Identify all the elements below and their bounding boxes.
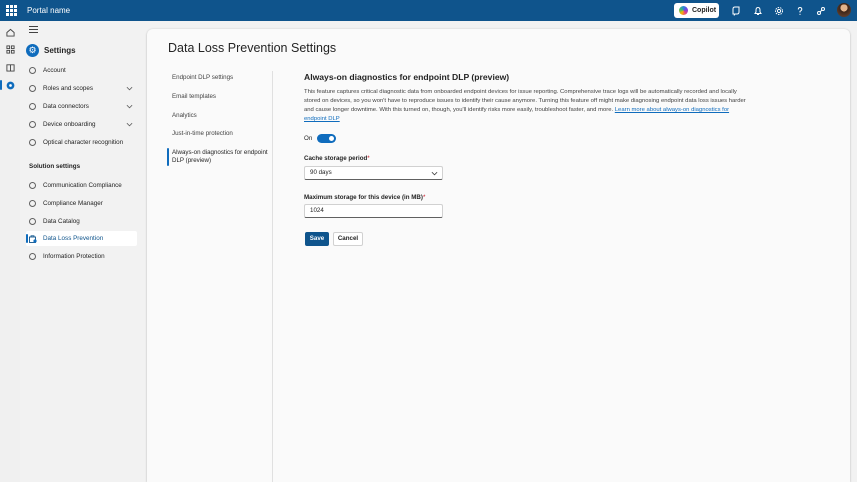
cache-storage-dropdown[interactable]: 90 days [304, 166, 443, 180]
circle-icon [29, 85, 36, 92]
content-panel: Always-on diagnostics for endpoint DLP (… [304, 72, 750, 246]
circle-icon [29, 139, 36, 146]
portal-name[interactable]: Portal name [27, 5, 70, 16]
app-rail [0, 21, 20, 482]
book-icon[interactable] [3, 60, 17, 74]
nav-item-data-loss-prevention[interactable]: Data Loss Prevention [26, 231, 137, 246]
settings-title: Settings [44, 45, 76, 55]
cache-storage-value: 90 days [310, 169, 332, 176]
nav-item-communication-compliance[interactable]: Communication Compliance [26, 178, 137, 193]
copilot-icon [679, 6, 688, 15]
nav-item-account[interactable]: Account [26, 63, 137, 78]
required-mark: * [422, 194, 426, 201]
diagnostics-toggle[interactable] [317, 134, 337, 143]
nav-item-label: Communication Compliance [43, 182, 122, 189]
chevron-down-icon [431, 171, 438, 176]
vertical-divider [272, 71, 273, 482]
nav-item-label: Compliance Manager [43, 200, 103, 207]
save-button[interactable]: Save [305, 232, 329, 246]
nav-item-label: Data Catalog [43, 218, 80, 225]
nav-item-label: Data Loss Prevention [43, 235, 104, 242]
circle-icon [29, 182, 36, 189]
nav-item-label: Device onboarding [43, 121, 96, 128]
avatar[interactable] [837, 3, 851, 17]
settings-gear-icon: ⚙ [26, 43, 39, 57]
subnav-always-on-diagnostics[interactable]: Always-on diagnostics for endpoint DLP (… [167, 148, 271, 166]
circle-icon [29, 121, 36, 128]
nav-item-label: Data connectors [43, 103, 89, 110]
max-storage-label: Maximum storage for this device (in MB)* [304, 194, 425, 201]
dlp-icon [29, 234, 37, 243]
required-mark: * [367, 155, 370, 162]
feedback-icon[interactable] [730, 5, 741, 16]
nav-item-information-protection[interactable]: Information Protection [26, 249, 137, 264]
nav-item-ocr[interactable]: Optical character recognition [26, 135, 137, 150]
nav-item-label: Roles and scopes [43, 85, 94, 92]
circle-icon [29, 200, 36, 207]
nav-item-label: Information Protection [43, 253, 105, 260]
nav-item-compliance-manager[interactable]: Compliance Manager [26, 196, 137, 211]
section-title: Always-on diagnostics for endpoint DLP (… [304, 72, 510, 82]
settings-nav: ⚙ Settings Account Roles and scopes Data… [20, 21, 142, 482]
solution-settings-heading: Solution settings [29, 163, 81, 170]
gear-icon[interactable] [773, 5, 784, 16]
subnav-analytics[interactable]: Analytics [167, 112, 271, 120]
copilot-button[interactable]: Copilot [674, 3, 719, 18]
subnav-endpoint-dlp-settings[interactable]: Endpoint DLP settings [167, 74, 271, 82]
apps-icon[interactable] [3, 42, 17, 56]
share-icon[interactable] [815, 5, 826, 16]
circle-icon [29, 253, 36, 260]
nav-item-device-onboarding[interactable]: Device onboarding [26, 117, 137, 132]
chevron-down-icon [126, 104, 133, 109]
home-icon[interactable] [3, 25, 17, 39]
nav-item-label: Optical character recognition [43, 139, 124, 146]
circle-icon [29, 218, 36, 225]
top-bar: Portal name Copilot [0, 0, 857, 21]
main-card: Data Loss Prevention Settings Endpoint D… [147, 29, 850, 482]
subnav-just-in-time-protection[interactable]: Just-in-time protection [167, 130, 271, 138]
section-description: This feature captures critical diagnosti… [304, 88, 750, 124]
copilot-label: Copilot [692, 7, 717, 14]
max-storage-input[interactable]: 1024 [304, 204, 443, 218]
nav-item-roles-and-scopes[interactable]: Roles and scopes [26, 81, 137, 96]
help-icon[interactable] [794, 5, 805, 16]
cancel-button[interactable]: Cancel [333, 232, 363, 246]
nav-item-label: Account [43, 67, 66, 74]
nav-item-data-connectors[interactable]: Data connectors [26, 99, 137, 114]
subnav-email-templates[interactable]: Email templates [167, 93, 271, 101]
diagnostics-toggle-row: On [304, 134, 337, 143]
circle-icon [29, 103, 36, 110]
max-storage-label-text: Maximum storage for this device (in MB) [304, 194, 423, 201]
page-title: Data Loss Prevention Settings [168, 41, 337, 55]
bell-icon[interactable] [752, 5, 763, 16]
settings-header: ⚙ Settings [26, 43, 76, 57]
app-launcher-icon[interactable] [6, 5, 17, 16]
nav-item-data-catalog[interactable]: Data Catalog [26, 214, 137, 229]
cache-storage-label-text: Cache storage period [304, 155, 368, 162]
chevron-down-icon [126, 122, 133, 127]
settings-icon[interactable] [0, 78, 17, 92]
circle-icon [29, 67, 36, 74]
hamburger-icon[interactable] [29, 26, 38, 33]
chevron-down-icon [126, 86, 133, 91]
toggle-label: On [304, 135, 313, 142]
cache-storage-label: Cache storage period* [304, 155, 370, 162]
